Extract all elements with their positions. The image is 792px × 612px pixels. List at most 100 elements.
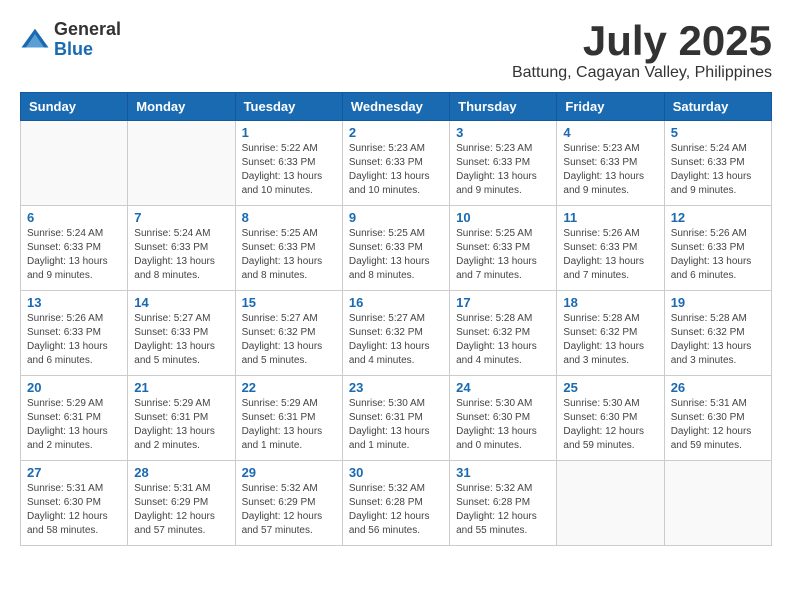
table-cell: 14 Sunrise: 5:27 AM Sunset: 6:33 PM Dayli… <box>128 291 235 376</box>
table-cell: 10 Sunrise: 5:25 AM Sunset: 6:33 PM Dayli… <box>450 206 557 291</box>
day-number: 10 <box>456 210 550 225</box>
day-number: 11 <box>563 210 657 225</box>
day-number: 24 <box>456 380 550 395</box>
table-cell: 1 Sunrise: 5:22 AM Sunset: 6:33 PM Daylig… <box>235 121 342 206</box>
table-cell: 19 Sunrise: 5:28 AM Sunset: 6:32 PM Dayli… <box>664 291 771 376</box>
day-detail: Sunrise: 5:25 AM Sunset: 6:33 PM Dayligh… <box>349 227 443 283</box>
table-cell: 26 Sunrise: 5:31 AM Sunset: 6:30 PM Dayli… <box>664 376 771 461</box>
day-detail: Sunrise: 5:30 AM Sunset: 6:31 PM Dayligh… <box>349 397 443 453</box>
week-row-1: 1 Sunrise: 5:22 AM Sunset: 6:33 PM Daylig… <box>21 121 772 206</box>
day-detail: Sunrise: 5:25 AM Sunset: 6:33 PM Dayligh… <box>456 227 550 283</box>
day-number: 17 <box>456 295 550 310</box>
table-cell: 17 Sunrise: 5:28 AM Sunset: 6:32 PM Dayli… <box>450 291 557 376</box>
day-number: 23 <box>349 380 443 395</box>
day-detail: Sunrise: 5:27 AM Sunset: 6:33 PM Dayligh… <box>134 312 228 368</box>
week-row-3: 13 Sunrise: 5:26 AM Sunset: 6:33 PM Dayli… <box>21 291 772 376</box>
table-cell: 20 Sunrise: 5:29 AM Sunset: 6:31 PM Dayli… <box>21 376 128 461</box>
day-number: 5 <box>671 125 765 140</box>
day-number: 7 <box>134 210 228 225</box>
day-detail: Sunrise: 5:32 AM Sunset: 6:28 PM Dayligh… <box>349 482 443 538</box>
day-number: 4 <box>563 125 657 140</box>
day-number: 15 <box>242 295 336 310</box>
table-cell: 24 Sunrise: 5:30 AM Sunset: 6:30 PM Dayli… <box>450 376 557 461</box>
week-row-2: 6Sunrise: 5:24 AM Sunset: 6:33 PM Daylig… <box>21 206 772 291</box>
day-number: 8 <box>242 210 336 225</box>
day-number: 20 <box>27 380 121 395</box>
table-cell: 23 Sunrise: 5:30 AM Sunset: 6:31 PM Dayli… <box>342 376 449 461</box>
table-cell: 18Sunrise: 5:28 AM Sunset: 6:32 PM Dayli… <box>557 291 664 376</box>
day-detail: Sunrise: 5:26 AM Sunset: 6:33 PM Dayligh… <box>563 227 657 283</box>
day-detail: Sunrise: 5:23 AM Sunset: 6:33 PM Dayligh… <box>563 142 657 198</box>
day-detail: Sunrise: 5:24 AM Sunset: 6:33 PM Dayligh… <box>27 227 121 283</box>
day-number: 27 <box>27 465 121 480</box>
day-number: 19 <box>671 295 765 310</box>
day-detail: Sunrise: 5:30 AM Sunset: 6:30 PM Dayligh… <box>563 397 657 453</box>
day-detail: Sunrise: 5:23 AM Sunset: 6:33 PM Dayligh… <box>456 142 550 198</box>
table-cell <box>128 121 235 206</box>
logo-general: General <box>54 20 121 40</box>
day-number: 21 <box>134 380 228 395</box>
day-detail: Sunrise: 5:31 AM Sunset: 6:30 PM Dayligh… <box>27 482 121 538</box>
table-cell: 25 Sunrise: 5:30 AM Sunset: 6:30 PM Dayli… <box>557 376 664 461</box>
header-sunday: Sunday <box>21 93 128 121</box>
header-wednesday: Wednesday <box>342 93 449 121</box>
day-number: 31 <box>456 465 550 480</box>
day-number: 14 <box>134 295 228 310</box>
day-number: 3 <box>456 125 550 140</box>
day-detail: Sunrise: 5:32 AM Sunset: 6:29 PM Dayligh… <box>242 482 336 538</box>
day-number: 22 <box>242 380 336 395</box>
day-number: 9 <box>349 210 443 225</box>
day-detail: Sunrise: 5:24 AM Sunset: 6:33 PM Dayligh… <box>671 142 765 198</box>
table-cell: 7 Sunrise: 5:24 AM Sunset: 6:33 PM Daylig… <box>128 206 235 291</box>
day-number: 25 <box>563 380 657 395</box>
header-thursday: Thursday <box>450 93 557 121</box>
day-detail: Sunrise: 5:22 AM Sunset: 6:33 PM Dayligh… <box>242 142 336 198</box>
table-cell: 3 Sunrise: 5:23 AM Sunset: 6:33 PM Daylig… <box>450 121 557 206</box>
logo-blue: Blue <box>54 40 121 60</box>
table-cell: 21 Sunrise: 5:29 AM Sunset: 6:31 PM Dayli… <box>128 376 235 461</box>
day-number: 12 <box>671 210 765 225</box>
day-number: 13 <box>27 295 121 310</box>
table-cell: 11 Sunrise: 5:26 AM Sunset: 6:33 PM Dayli… <box>557 206 664 291</box>
day-detail: Sunrise: 5:24 AM Sunset: 6:33 PM Dayligh… <box>134 227 228 283</box>
day-detail: Sunrise: 5:23 AM Sunset: 6:33 PM Dayligh… <box>349 142 443 198</box>
day-detail: Sunrise: 5:29 AM Sunset: 6:31 PM Dayligh… <box>134 397 228 453</box>
month-title: July 2025 <box>512 20 772 62</box>
day-number: 28 <box>134 465 228 480</box>
table-cell <box>21 121 128 206</box>
day-detail: Sunrise: 5:31 AM Sunset: 6:30 PM Dayligh… <box>671 397 765 453</box>
day-detail: Sunrise: 5:25 AM Sunset: 6:33 PM Dayligh… <box>242 227 336 283</box>
day-number: 26 <box>671 380 765 395</box>
day-detail: Sunrise: 5:28 AM Sunset: 6:32 PM Dayligh… <box>671 312 765 368</box>
day-detail: Sunrise: 5:28 AM Sunset: 6:32 PM Dayligh… <box>456 312 550 368</box>
table-cell: 28Sunrise: 5:31 AM Sunset: 6:29 PM Dayli… <box>128 461 235 546</box>
day-number: 30 <box>349 465 443 480</box>
logo-text: General Blue <box>54 20 121 60</box>
day-detail: Sunrise: 5:32 AM Sunset: 6:28 PM Dayligh… <box>456 482 550 538</box>
day-detail: Sunrise: 5:29 AM Sunset: 6:31 PM Dayligh… <box>27 397 121 453</box>
day-detail: Sunrise: 5:26 AM Sunset: 6:33 PM Dayligh… <box>671 227 765 283</box>
table-cell: 27 Sunrise: 5:31 AM Sunset: 6:30 PM Dayli… <box>21 461 128 546</box>
day-number: 16 <box>349 295 443 310</box>
table-cell: 9 Sunrise: 5:25 AM Sunset: 6:33 PM Daylig… <box>342 206 449 291</box>
table-cell: 16 Sunrise: 5:27 AM Sunset: 6:32 PM Dayli… <box>342 291 449 376</box>
table-cell: 8 Sunrise: 5:25 AM Sunset: 6:33 PM Daylig… <box>235 206 342 291</box>
table-cell: 5 Sunrise: 5:24 AM Sunset: 6:33 PM Daylig… <box>664 121 771 206</box>
header-monday: Monday <box>128 93 235 121</box>
table-cell: 29 Sunrise: 5:32 AM Sunset: 6:29 PM Dayli… <box>235 461 342 546</box>
week-row-4: 20 Sunrise: 5:29 AM Sunset: 6:31 PM Dayli… <box>21 376 772 461</box>
table-cell: 6Sunrise: 5:24 AM Sunset: 6:33 PM Daylig… <box>21 206 128 291</box>
table-cell: 13 Sunrise: 5:26 AM Sunset: 6:33 PM Dayli… <box>21 291 128 376</box>
table-cell: 22Sunrise: 5:29 AM Sunset: 6:31 PM Dayli… <box>235 376 342 461</box>
logo: General Blue <box>20 20 121 60</box>
weekday-header-row: Sunday Monday Tuesday Wednesday Thursday… <box>21 93 772 121</box>
table-cell <box>664 461 771 546</box>
day-number: 29 <box>242 465 336 480</box>
day-detail: Sunrise: 5:26 AM Sunset: 6:33 PM Dayligh… <box>27 312 121 368</box>
day-number: 1 <box>242 125 336 140</box>
day-detail: Sunrise: 5:27 AM Sunset: 6:32 PM Dayligh… <box>349 312 443 368</box>
table-cell: 30 Sunrise: 5:32 AM Sunset: 6:28 PM Dayli… <box>342 461 449 546</box>
table-cell: 15Sunrise: 5:27 AM Sunset: 6:32 PM Dayli… <box>235 291 342 376</box>
table-cell: 2Sunrise: 5:23 AM Sunset: 6:33 PM Daylig… <box>342 121 449 206</box>
day-detail: Sunrise: 5:30 AM Sunset: 6:30 PM Dayligh… <box>456 397 550 453</box>
